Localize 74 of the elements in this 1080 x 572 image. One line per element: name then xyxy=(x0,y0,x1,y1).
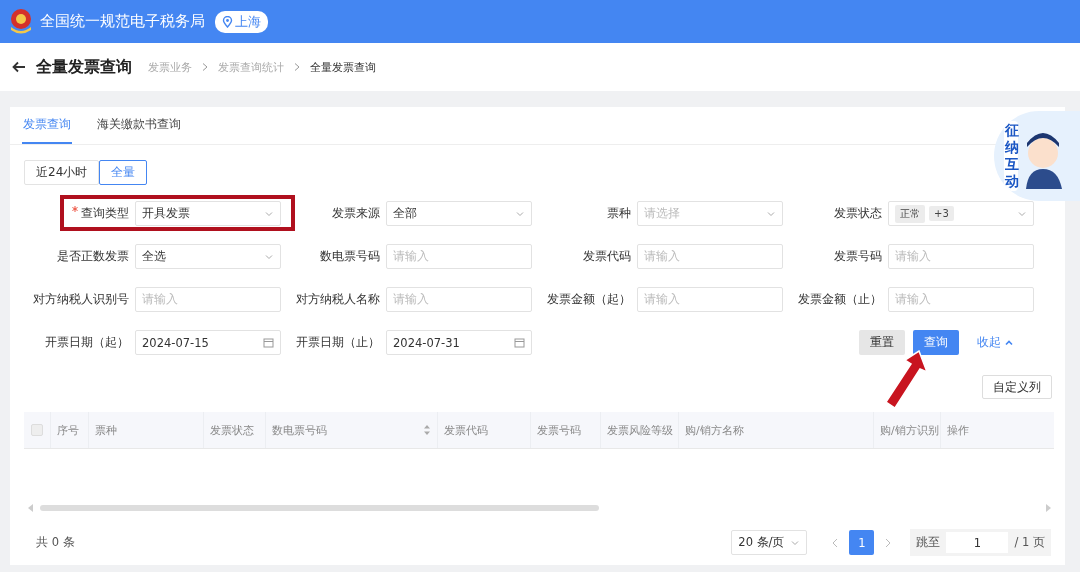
jump-label: 跳至 xyxy=(916,535,941,550)
breadcrumb-link[interactable]: 发票业务 xyxy=(148,59,192,75)
input-field[interactable]: 请输入 xyxy=(637,287,783,312)
select-field[interactable]: 全选 xyxy=(135,244,281,269)
customize-columns-button[interactable]: 自定义列 xyxy=(982,375,1052,399)
column-title: 购/销方名称 xyxy=(685,422,744,438)
scroll-right-icon[interactable] xyxy=(1045,504,1051,512)
column-title: 票种 xyxy=(95,422,117,438)
column-title: 操作 xyxy=(947,422,969,438)
input-field[interactable]: 请输入 xyxy=(888,287,1034,312)
location-pin-icon xyxy=(222,15,233,28)
field-label: 票种 xyxy=(606,206,631,221)
column-title: 发票代码 xyxy=(444,422,488,438)
field-label: 发票代码 xyxy=(582,249,631,264)
breadcrumb-link[interactable]: 全量发票查询 xyxy=(310,59,376,75)
field-label: 开票日期（起） xyxy=(44,335,129,350)
scrollbar-thumb[interactable] xyxy=(40,505,600,511)
breadcrumb-link[interactable]: 发票查询统计 xyxy=(218,59,284,75)
input-field[interactable]: 请输入 xyxy=(135,287,281,312)
field-label: 发票来源 xyxy=(331,206,380,221)
collapse-link[interactable]: 收起 xyxy=(977,335,1014,350)
field-label: 查询类型 xyxy=(30,206,129,221)
page-size-select[interactable]: 20 条/页 xyxy=(731,530,808,555)
date-field[interactable]: 2024-07-15 xyxy=(135,330,281,355)
column-title: 发票状态 xyxy=(210,422,254,438)
select-field[interactable]: 正常 +3 xyxy=(888,201,1034,226)
site-title: 全国统一规范电子税务局 xyxy=(40,12,205,31)
page-total: / 1 页 xyxy=(1014,535,1045,550)
column-title: 发票风险等级 xyxy=(607,422,673,438)
search-button[interactable]: 查询 xyxy=(913,330,959,355)
field-label: 对方纳税人识别号 xyxy=(32,292,129,307)
column-title: 序号 xyxy=(57,422,79,438)
field-label: 数电票号码 xyxy=(319,249,380,264)
chevron-right-icon xyxy=(202,63,208,71)
column-title: 购/销方识别 xyxy=(880,422,939,438)
field-label: 发票金额（起） xyxy=(546,292,631,307)
select-field[interactable]: 请选择 xyxy=(637,201,783,226)
calendar-icon xyxy=(263,337,274,348)
page-button[interactable]: 1 xyxy=(849,530,875,555)
column-title: 发票号码 xyxy=(537,422,581,438)
field-label: 发票状态 xyxy=(833,206,882,221)
back-arrow-icon[interactable] xyxy=(12,61,26,73)
date-field[interactable]: 2024-07-31 xyxy=(386,330,532,355)
field-label: 发票号码 xyxy=(833,249,882,264)
chevron-right-icon xyxy=(294,63,300,71)
range-button[interactable]: 近24小时 xyxy=(24,160,100,185)
input-field[interactable]: 请输入 xyxy=(637,244,783,269)
input-field[interactable]: 请输入 xyxy=(386,244,532,269)
total-count: 共 0 条 xyxy=(36,535,76,550)
tab[interactable]: 发票查询 xyxy=(22,107,72,144)
assistant-badge[interactable]: 征纳互动 xyxy=(994,111,1080,201)
location-button[interactable]: 上海 xyxy=(215,10,268,33)
badge-text: 征纳互动 xyxy=(1004,121,1018,191)
scroll-left-icon[interactable] xyxy=(28,504,34,512)
required-asterisk-icon xyxy=(72,206,78,212)
field-label: 发票金额（止） xyxy=(797,292,882,307)
field-label: 是否正数发票 xyxy=(56,249,129,264)
reset-button[interactable]: 重置 xyxy=(859,330,905,355)
previous-page-icon[interactable] xyxy=(831,537,840,548)
range-button[interactable]: 全量 xyxy=(99,160,148,185)
page-input[interactable]: 1 xyxy=(946,532,1009,553)
column-title: 数电票号码 xyxy=(272,422,327,438)
field-label: 对方纳税人名称 xyxy=(295,292,380,307)
calendar-icon xyxy=(514,337,525,348)
input-field[interactable]: 请输入 xyxy=(888,244,1034,269)
next-page-icon[interactable] xyxy=(884,537,893,548)
checkbox[interactable] xyxy=(31,424,43,436)
input-field[interactable]: 请输入 xyxy=(386,287,532,312)
page-title: 全量发票查询 xyxy=(36,56,132,78)
sort-icon[interactable] xyxy=(423,424,431,436)
tab[interactable]: 海关缴款书查询 xyxy=(96,107,182,144)
field-label: 开票日期（止） xyxy=(295,335,380,350)
select-field[interactable]: 全部 xyxy=(386,201,532,226)
select-field[interactable]: 开具发票 xyxy=(135,201,281,226)
